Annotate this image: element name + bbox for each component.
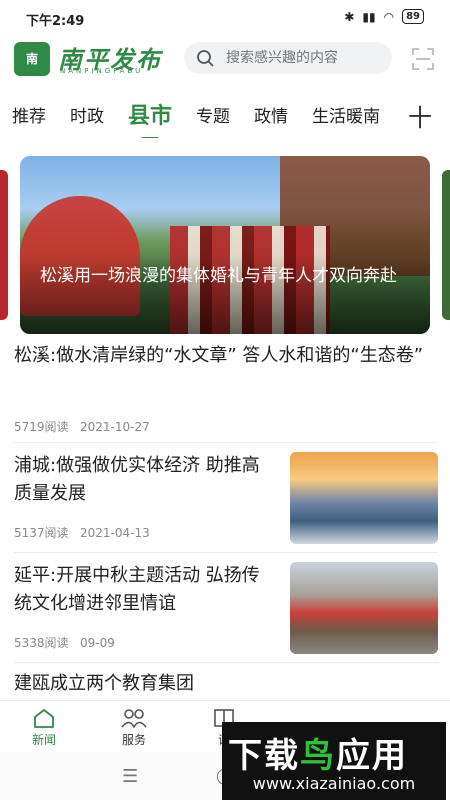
status-icons: ✱ ▮▮ ◠ 89 (344, 9, 424, 24)
news-date: 2021-10-27 (80, 420, 150, 434)
status-time: 下午2:49 (26, 14, 85, 29)
tab-4[interactable]: 政情 (254, 102, 288, 127)
news-date: 09-09 (80, 636, 115, 650)
logo-icon: 南 (14, 42, 50, 76)
status-bar: 下午2:49 ✱ ▮▮ ◠ 89 (0, 0, 450, 34)
tab-5[interactable]: 生活暖南 (312, 102, 380, 127)
app-header: 南 南平发布 NANPINGFABU (0, 38, 450, 82)
featured-banner[interactable]: 松溪用一场浪漫的集体婚礼与青年人才双向奔赴 (20, 156, 430, 334)
signal-icon: ▮▮ (362, 9, 376, 24)
news-reads: 5338阅读 (14, 636, 69, 650)
search-icon (197, 50, 214, 67)
news-thumbnail (290, 452, 438, 544)
wifi-icon: ◠ (383, 9, 395, 24)
news-reads: 5137阅读 (14, 526, 69, 540)
nav-label: 新闻 (31, 733, 56, 747)
home-icon (34, 709, 54, 728)
news-item[interactable]: 延平:开展中秋主题活动 弘扬传统文化增进邻里情谊 5338阅读 09-09 (14, 562, 438, 663)
watermark-brand: 下载鸟应用 (228, 728, 408, 777)
tab-2[interactable]: 县市 (128, 98, 172, 138)
news-item[interactable]: 松溪:做水清岸绿的“水文章” 答人水和谐的“生态卷” 5719阅读 2021-1… (14, 342, 438, 443)
nav-news[interactable]: 新闻 (14, 707, 74, 748)
news-thumbnail (290, 562, 438, 654)
news-title: 浦城:做强做优实体经济 助推高质量发展 (14, 455, 260, 504)
news-item[interactable]: 建瓯成立两个教育集团 (14, 670, 438, 700)
watermark-logo: 下载鸟应用 www.xiazainiao.com (222, 722, 446, 800)
news-reads: 5719阅读 (14, 420, 69, 434)
news-title: 延平:开展中秋主题活动 弘扬传统文化增进邻里情谊 (14, 565, 260, 614)
search-bar[interactable] (184, 42, 392, 74)
add-tab-button[interactable]: 十 (408, 98, 432, 133)
category-tabs: 推荐 时政 县市 专题 政情 生活暖南 (0, 94, 398, 138)
watermark-brand-b: 鸟 (300, 736, 336, 776)
app-logo-subtitle: NANPINGFABU (60, 67, 144, 75)
carousel-next-peek[interactable] (442, 170, 450, 320)
scan-icon[interactable] (412, 48, 434, 70)
news-meta: 5137阅读 2021-04-13 (14, 524, 150, 541)
search-input[interactable] (224, 49, 388, 67)
news-title: 建瓯成立两个教育集团 (14, 673, 194, 694)
nav-label: 服务 (121, 733, 146, 747)
banner-caption: 松溪用一场浪漫的集体婚礼与青年人才双向奔赴 (40, 266, 397, 286)
carousel-prev-peek[interactable] (0, 170, 8, 320)
news-title: 松溪:做水清岸绿的“水文章” 答人水和谐的“生态卷” (14, 345, 424, 366)
tab-1[interactable]: 时政 (70, 102, 104, 127)
bluetooth-icon: ✱ (344, 9, 355, 24)
news-meta: 5719阅读 2021-10-27 (14, 418, 150, 435)
watermark-brand-a: 下载 (228, 736, 300, 776)
tab-3[interactable]: 专题 (196, 102, 230, 127)
watermark-url: www.xiazainiao.com (252, 774, 416, 793)
battery-icon: 89 (402, 9, 424, 24)
menu-icon[interactable]: ☰ (122, 766, 138, 787)
people-icon (121, 709, 147, 729)
nav-service[interactable]: 服务 (104, 707, 164, 748)
watermark-brand-c: 应用 (336, 736, 408, 776)
news-date: 2021-04-13 (80, 526, 150, 540)
news-meta: 5338阅读 09-09 (14, 634, 115, 651)
tab-0[interactable]: 推荐 (12, 102, 46, 127)
news-item[interactable]: 浦城:做强做优实体经济 助推高质量发展 5137阅读 2021-04-13 (14, 452, 438, 553)
